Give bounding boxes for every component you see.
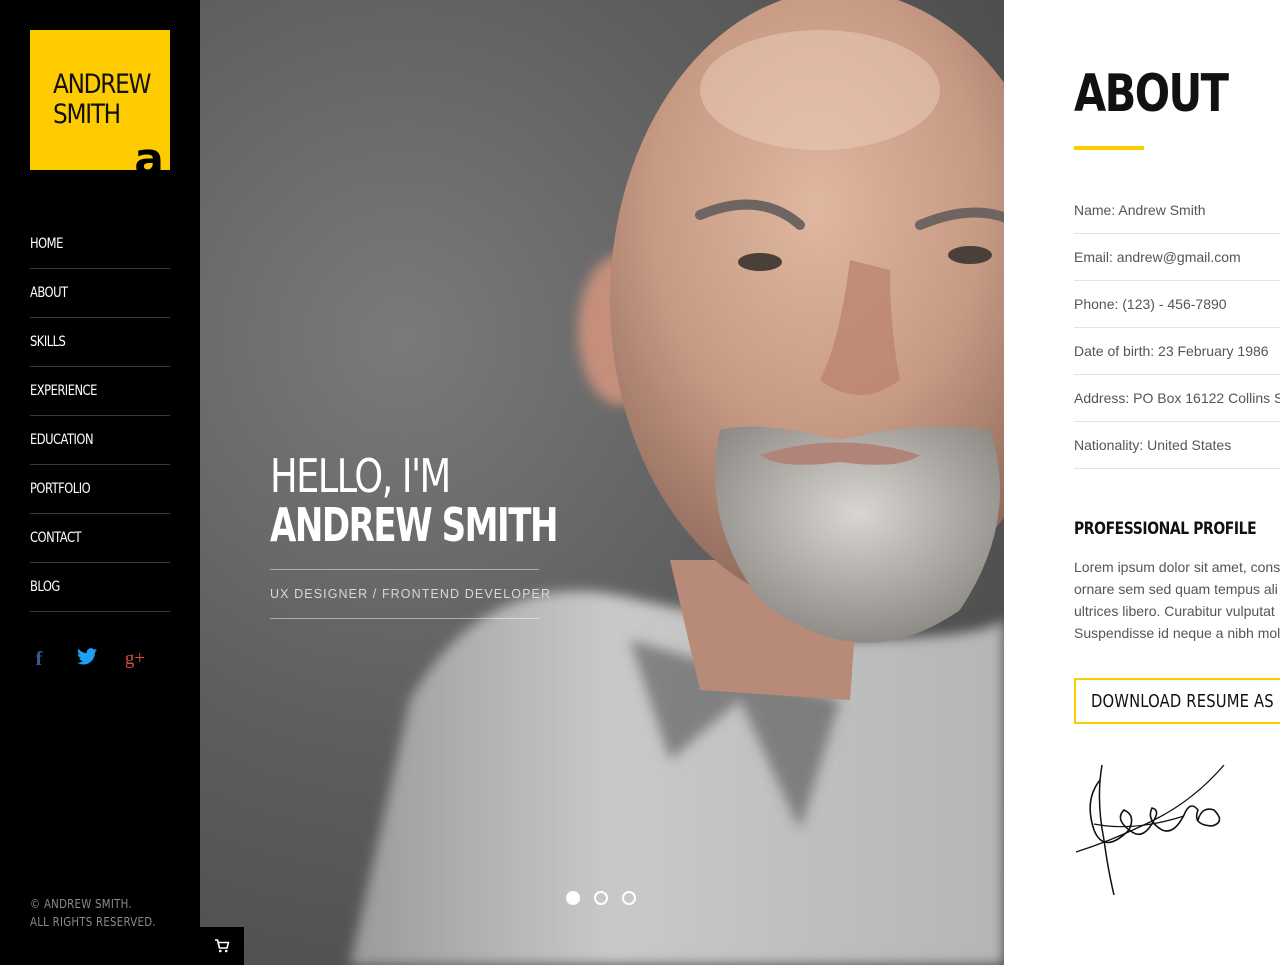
nav-item-label: CONTACT: [30, 530, 82, 546]
about-panel: ABOUT Name: Andrew Smith Email: andrew@g…: [1004, 0, 1280, 965]
sidebar: ANDREW SMITH a HOME ABOUT SKILLS EXPERIE…: [0, 0, 200, 965]
download-resume-button[interactable]: DOWNLOAD RESUME AS PD: [1074, 678, 1280, 724]
info-email: Email: andrew@gmail.com: [1074, 234, 1280, 281]
logo-mark: a: [134, 134, 164, 171]
logo-name: ANDREW SMITH: [53, 69, 151, 130]
slider-pagination: [566, 891, 636, 905]
google-plus-icon[interactable]: g+: [124, 647, 146, 671]
profile-line: Lorem ipsum dolor sit amet, cons: [1074, 559, 1280, 575]
logo-line-1: ANDREW: [53, 69, 151, 100]
nav-item-label: EDUCATION: [30, 432, 94, 448]
facebook-icon[interactable]: f: [28, 647, 50, 671]
twitter-icon[interactable]: [76, 647, 98, 671]
nav-item-label: PORTFOLIO: [30, 481, 91, 497]
logo-line-2: SMITH: [53, 99, 121, 130]
profile-line: ornare sem sed quam tempus ali: [1074, 581, 1278, 597]
nav-item-portfolio[interactable]: PORTFOLIO: [30, 465, 170, 514]
slider-dot-2[interactable]: [594, 891, 608, 905]
signature-image: [1075, 764, 1225, 896]
nav-item-experience[interactable]: EXPERIENCE: [30, 367, 170, 416]
copyright-line-1: © ANDREW SMITH.: [30, 897, 132, 911]
nav-item-about[interactable]: ABOUT: [30, 269, 170, 318]
hero-heading: HELLO, I'M ANDREW SMITH: [270, 452, 570, 550]
cart-icon: [215, 939, 230, 953]
nav-item-label: HOME: [30, 236, 63, 252]
hero-role: UX DESIGNER / FRONTEND DEVELOPER: [270, 587, 552, 601]
nav-item-label: BLOG: [30, 579, 60, 595]
main-nav: HOME ABOUT SKILLS EXPERIENCE EDUCATION P…: [30, 220, 170, 612]
info-name: Name: Andrew Smith: [1074, 187, 1280, 234]
personal-info-list: Name: Andrew Smith Email: andrew@gmail.c…: [1074, 187, 1280, 469]
copyright-line-2: ALL RIGHTS RESERVED.: [30, 915, 156, 929]
info-phone: Phone: (123) - 456-7890: [1074, 281, 1280, 328]
nav-item-skills[interactable]: SKILLS: [30, 318, 170, 367]
slider-dot-1[interactable]: [566, 891, 580, 905]
logo[interactable]: ANDREW SMITH a: [30, 30, 170, 170]
about-title-underline: [1074, 146, 1144, 150]
nav-item-label: SKILLS: [30, 334, 66, 350]
profile-line: Suspendisse id neque a nibh mol: [1074, 625, 1280, 641]
social-links: f g+: [28, 647, 146, 671]
about-title: ABOUT: [1074, 64, 1229, 124]
hero-slider: HELLO, I'M ANDREW SMITH UX DESIGNER / FR…: [200, 0, 1004, 965]
info-address: Address: PO Box 16122 Collins S: [1074, 375, 1280, 422]
nav-item-home[interactable]: HOME: [30, 220, 170, 269]
copyright: © ANDREW SMITH. ALL RIGHTS RESERVED.: [30, 895, 156, 931]
download-resume-label: DOWNLOAD RESUME AS PD: [1091, 690, 1280, 712]
nav-item-label: EXPERIENCE: [30, 383, 97, 399]
hero-name: ANDREW SMITH: [270, 498, 558, 552]
nav-item-label: ABOUT: [30, 285, 68, 301]
profile-line: ultrices libero. Curabitur vulputat: [1074, 603, 1275, 619]
professional-profile-title: PROFESSIONAL PROFILE: [1074, 519, 1257, 539]
slider-dot-3[interactable]: [622, 891, 636, 905]
nav-item-education[interactable]: EDUCATION: [30, 416, 170, 465]
professional-profile-text: Lorem ipsum dolor sit amet, cons ornare …: [1074, 556, 1280, 644]
hero-greeting: HELLO, I'M: [270, 449, 451, 503]
cart-button[interactable]: [200, 927, 244, 965]
hero-role-box: UX DESIGNER / FRONTEND DEVELOPER: [270, 569, 550, 619]
nav-item-blog[interactable]: BLOG: [30, 563, 170, 612]
info-nationality: Nationality: United States: [1074, 422, 1280, 469]
nav-item-contact[interactable]: CONTACT: [30, 514, 170, 563]
info-date-of-birth: Date of birth: 23 February 1986: [1074, 328, 1280, 375]
